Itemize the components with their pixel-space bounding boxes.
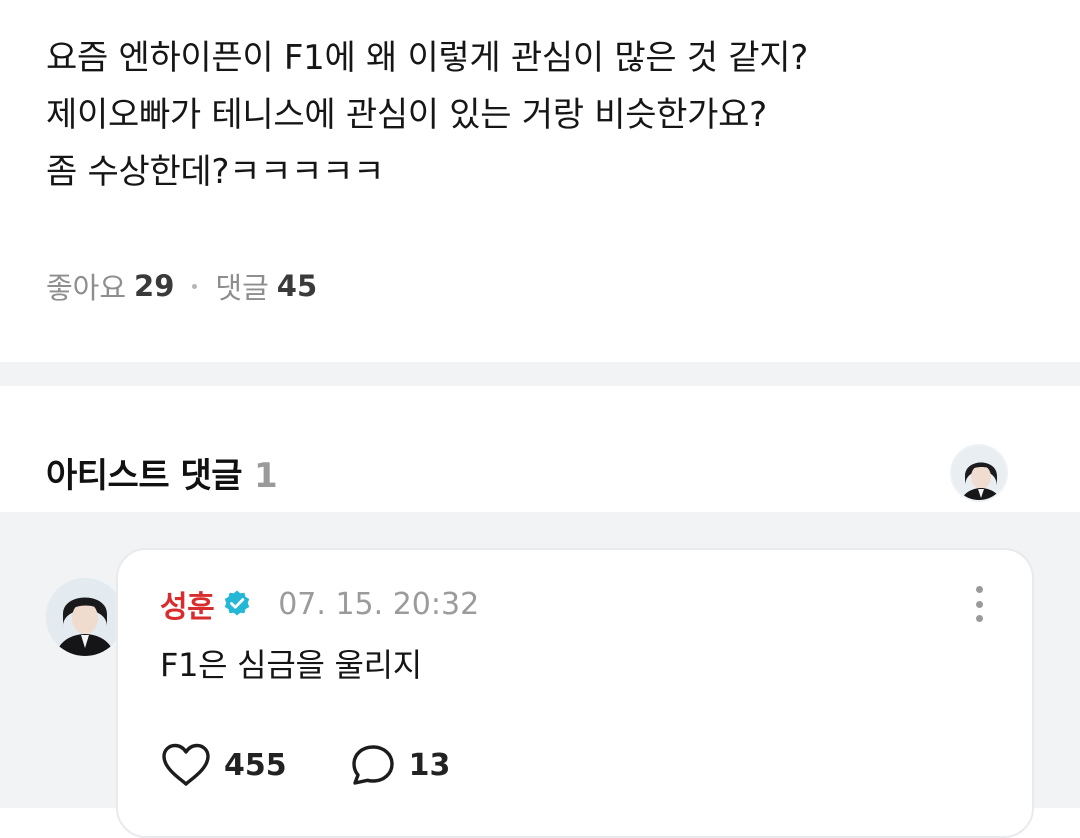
artist-avatar[interactable] <box>950 444 1008 502</box>
likes-count[interactable]: 29 <box>134 269 174 303</box>
artist-comments-title-text: 아티스트 댓글 <box>46 456 243 496</box>
post-stats: 좋아요 29 댓글 45 <box>46 266 317 306</box>
reply-button[interactable]: 13 <box>349 742 451 788</box>
artist-avatar-image <box>952 446 1006 500</box>
stats-separator <box>192 283 198 289</box>
comment-author-avatar[interactable] <box>46 578 124 656</box>
artist-comments-title: 아티스트 댓글 1 <box>46 448 278 497</box>
comments-area: 성훈 07. 15. 20:32 F1은 심금을 울리지 455 13 <box>0 512 1080 838</box>
section-divider <box>0 362 1080 386</box>
comments-count[interactable]: 45 <box>277 269 317 303</box>
likes-label[interactable]: 좋아요 <box>46 265 126 307</box>
like-button[interactable]: 455 <box>160 742 287 788</box>
artist-comments-count: 1 <box>254 456 278 496</box>
post-text-line: 제이오빠가 테니스에 관심이 있는 거랑 비슷한가요? <box>46 95 767 135</box>
more-vertical-icon[interactable] <box>972 586 986 622</box>
verified-badge-icon <box>222 589 252 619</box>
comment-author-name[interactable]: 성훈 <box>160 582 215 626</box>
artist-comments-header: 아티스트 댓글 1 <box>0 386 1080 512</box>
like-count: 455 <box>224 747 287 783</box>
reply-count: 13 <box>408 747 451 783</box>
comment-timestamp: 07. 15. 20:32 <box>278 586 480 622</box>
comment-header: 성훈 07. 15. 20:32 <box>160 582 479 626</box>
post-section: 요즘 엔하이픈이 F1에 왜 이렇게 관심이 많은 것 같지? 제이오빠가 테니… <box>0 0 1080 362</box>
comment-card: 성훈 07. 15. 20:32 F1은 심금을 울리지 455 13 <box>116 548 1034 838</box>
heart-icon <box>162 743 210 786</box>
comments-label[interactable]: 댓글 <box>215 265 268 307</box>
comment-author-avatar-image <box>46 578 124 656</box>
speech-bubble-icon <box>351 745 394 785</box>
post-text-line: 요즘 엔하이픈이 F1에 왜 이렇게 관심이 많은 것 같지? <box>46 38 808 78</box>
post-text-line: 좀 수상한데?ㅋㅋㅋㅋㅋ <box>46 152 385 192</box>
post-body: 요즘 엔하이픈이 F1에 왜 이렇게 관심이 많은 것 같지? 제이오빠가 테니… <box>46 30 1046 201</box>
comment-text: F1은 심금을 울리지 <box>160 646 422 684</box>
comment-actions: 455 13 <box>160 742 450 788</box>
